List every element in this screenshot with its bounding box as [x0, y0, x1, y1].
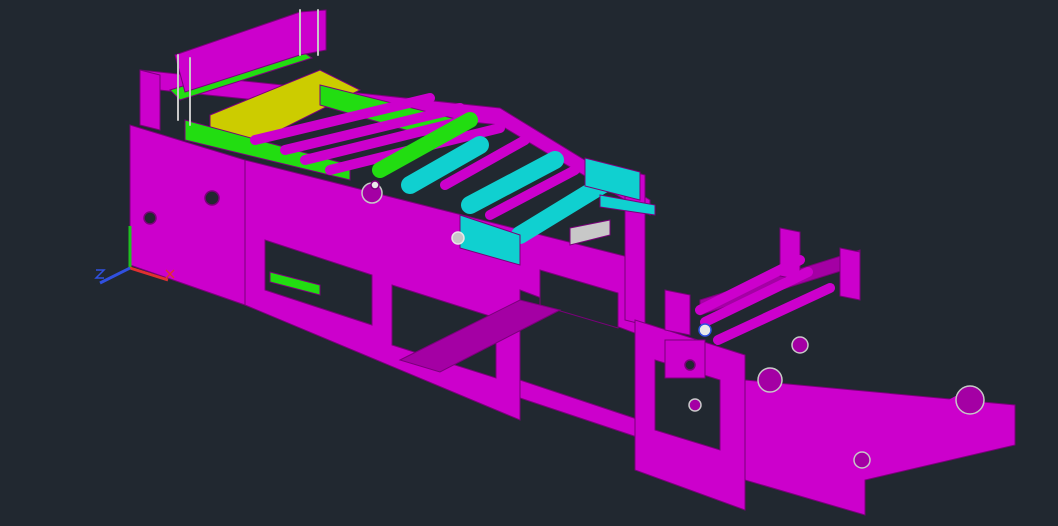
frame-hole-2: [143, 211, 157, 225]
feed-tower-left: [664, 289, 691, 336]
unwind-hub: [955, 385, 985, 415]
grey-tray: [569, 219, 611, 246]
white-dial: [370, 180, 380, 190]
feed-unit-right: [634, 227, 1016, 516]
feed-bolt: [684, 359, 696, 371]
pulley: [791, 336, 809, 354]
cad-model-viewport[interactable]: [0, 0, 1058, 526]
lower-rail-1: [519, 379, 641, 439]
knob-front: [688, 398, 702, 412]
feed-block: [664, 339, 706, 379]
frame-hole-1: [204, 190, 220, 206]
rear-post-left: [139, 69, 161, 131]
unwind-end-left: [853, 451, 871, 469]
blue-bearing: [698, 323, 712, 337]
cam-wheel: [757, 367, 783, 393]
ucs-z-label: [94, 269, 106, 279]
3d-machine-model: [94, 9, 1016, 516]
gear-unit: [451, 231, 465, 245]
feed-tower-rear: [839, 247, 861, 301]
